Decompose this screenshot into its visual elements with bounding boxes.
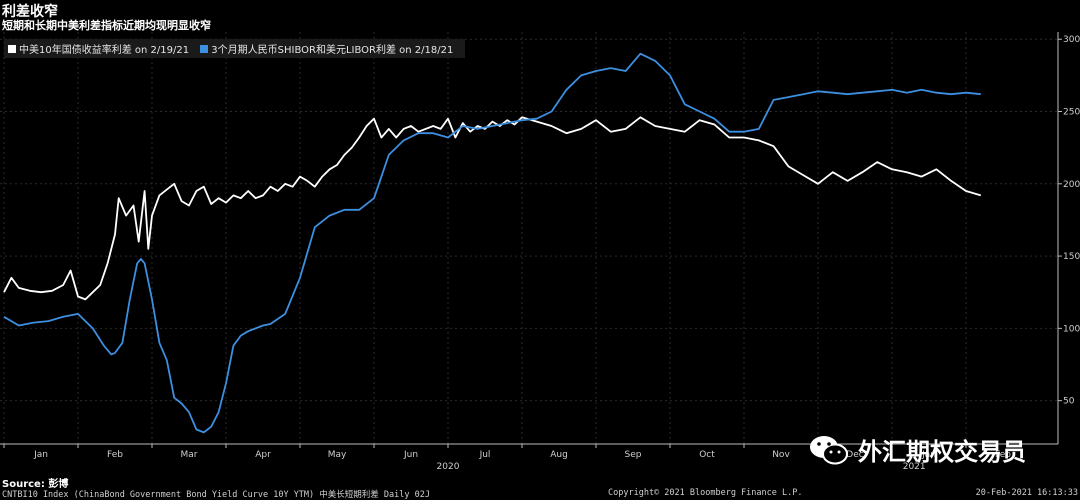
y-tick-label: 300 (1063, 35, 1080, 45)
timestamp: 20-Feb-2021 16:13:33 (975, 488, 1078, 498)
legend: 中美10年国债收益率利差 on 2/19/21 3个月期人民币SHIBOR和美元… (4, 39, 466, 58)
y-tick-label: 250 (1063, 108, 1080, 118)
y-ticks: 50 100 150 200 250 300 (1058, 35, 1080, 407)
y-tick-label: 200 (1063, 180, 1080, 190)
watermark-text: 外汇期权交易员 (858, 438, 1026, 466)
series-line-2 (3, 52, 981, 434)
x-tick-label: Mar (181, 450, 198, 460)
x-tick-label: Jun (403, 450, 418, 460)
ticker-line: CNTBI10 Index (ChinaBond Government Bond… (2, 490, 430, 500)
y-tick-label: 50 (1063, 397, 1075, 407)
legend-swatch-series-2 (200, 44, 209, 53)
x-tick-label: Sep (625, 450, 642, 460)
x-year-label: 2020 (437, 462, 460, 472)
legend-label-series-1: 中美10年国债收益率利差 on 2/19/21 (19, 45, 190, 56)
legend-label-series-2: 3个月期人民币SHIBOR和美元LIBOR利差 on 2/18/21 (211, 45, 454, 56)
wechat-icon (810, 435, 848, 464)
gridlines (0, 32, 1058, 444)
legend-item-series-1: 中美10年国债收益率利差 on 2/19/21 (8, 41, 189, 56)
chart-canvas: 50 100 150 200 250 300 Jan Feb Mar Apr May Jun Jul A… (0, 32, 1080, 472)
x-tick-label: Oct (699, 450, 715, 460)
x-tick-label: May (328, 450, 347, 460)
watermark: 外汇期权交易员 (808, 432, 1026, 467)
x-tick-label: Apr (255, 450, 271, 460)
legend-item-series-2: 3个月期人民币SHIBOR和美元LIBOR利差 on 2/18/21 (200, 41, 453, 56)
series-lines (3, 52, 982, 434)
copyright: Copyright© 2021 Bloomberg Finance L.P. (608, 488, 803, 498)
x-tick-label: Jan (33, 450, 48, 460)
series-line-1 (3, 116, 982, 301)
x-tick-label: Nov (772, 450, 790, 460)
legend-swatch-series-1 (8, 44, 16, 53)
chart-subtitle: 短期和长期中美利差指标近期均现明显收窄 (2, 19, 211, 32)
y-tick-label: 100 (1063, 324, 1080, 334)
x-tick-label: Jul (479, 450, 491, 460)
footer-line: CNTBI10 Index (ChinaBond Government Bond… (0, 488, 1080, 500)
x-tick-label: Aug (550, 450, 568, 460)
x-tick-label: Feb (107, 450, 123, 460)
y-tick-label: 150 (1063, 252, 1080, 262)
